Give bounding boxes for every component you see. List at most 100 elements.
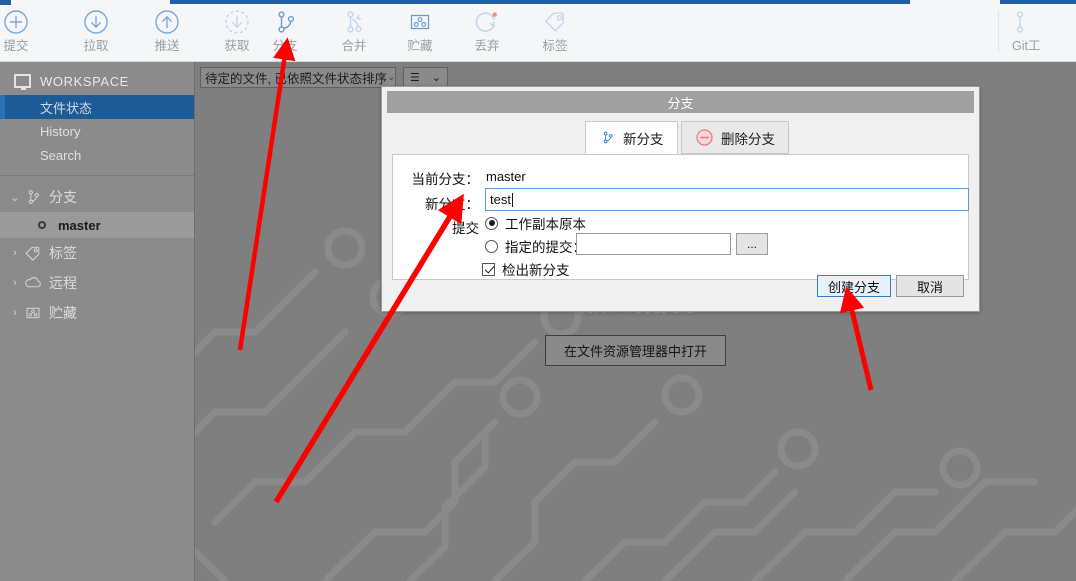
view-mode-button[interactable]: ☰ ⌄ xyxy=(403,67,448,88)
current-branch-label: 当前分支： xyxy=(411,172,480,187)
new-branch-input[interactable]: test xyxy=(485,188,969,211)
toolbar-label-stash: 贮藏 xyxy=(407,39,433,53)
radio-specified-commit[interactable] xyxy=(485,239,498,253)
dialog-tab-strip: 新分支 删除分支 xyxy=(382,121,979,154)
sidebar-divider xyxy=(0,175,194,176)
sidebar-group-branches[interactable]: ⌄ 分支 xyxy=(0,182,194,212)
file-filter-dropdown[interactable]: 待定的文件, 已依照文件状态排序 ⌄ xyxy=(200,67,396,88)
branch-icon xyxy=(599,128,616,147)
tab-delete-branch[interactable]: 删除分支 xyxy=(680,121,789,154)
sidebar-branch-master[interactable]: master xyxy=(0,212,194,238)
arrow-up-circle-icon xyxy=(135,6,199,38)
tab-new-branch[interactable]: 新分支 xyxy=(585,121,678,154)
specified-commit-input[interactable] xyxy=(576,233,731,255)
sidebar-item-label-history: History xyxy=(40,123,81,139)
open-in-explorer-button[interactable]: 在文件资源管理器中打开 xyxy=(544,335,726,366)
chevron-down-icon: ⌄ xyxy=(386,72,396,83)
branch-dot-icon xyxy=(38,221,46,229)
toolbar-label-pull: 拉取 xyxy=(83,39,109,53)
sidebar-branch-label-master: master xyxy=(58,217,101,233)
dialog-body: 当前分支： master 新分支： test 提交 工作副本原本 指定的提交： … xyxy=(392,154,969,280)
sidebar-group-label-remotes: 远程 xyxy=(49,275,77,291)
current-branch-value: master xyxy=(486,169,526,184)
branch-icon xyxy=(22,187,44,207)
plus-circle-icon xyxy=(0,6,48,38)
toolbar-label-commit: 提交 xyxy=(3,39,29,53)
toolbar-button-merge[interactable]: 合并 xyxy=(322,6,386,53)
dialog-title-bar: 分支 xyxy=(387,91,974,113)
commit-label: 提交 xyxy=(452,221,479,236)
sidebar-item-search[interactable]: Search xyxy=(0,143,194,167)
arrow-down-circle-icon xyxy=(64,6,128,38)
main-toolbar: 提交 拉取 推送 获取 分支 合并 贮藏 丢弃 标签 Git工 xyxy=(0,0,1076,62)
create-branch-button[interactable]: 创建分支 xyxy=(817,275,891,297)
sidebar-group-remotes[interactable]: › 远程 xyxy=(0,268,194,298)
toolbar-label-gitflow: Git工 xyxy=(1012,39,1041,53)
toolbar-accent-middle xyxy=(170,0,910,4)
toolbar-label-branch: 分支 xyxy=(272,39,298,53)
chevron-right-icon[interactable]: › xyxy=(8,307,22,319)
radio-working-copy-label: 工作副本原本 xyxy=(505,217,586,232)
tab-label-new-branch: 新分支 xyxy=(623,131,664,147)
stash-icon xyxy=(388,6,452,38)
toolbar-button-gitflow[interactable]: Git工 xyxy=(1012,6,1076,53)
branch-dialog: 分支 新分支 删除分支 当前分支： master 新分支： test 提交 工作… xyxy=(381,86,980,312)
chevron-right-icon[interactable]: › xyxy=(8,247,22,259)
toolbar-button-stash[interactable]: 贮藏 xyxy=(388,6,452,53)
toolbar-separator xyxy=(998,10,999,52)
chevron-down-icon[interactable]: ⌄ xyxy=(8,191,22,204)
monitor-icon xyxy=(14,74,31,90)
sidebar-group-tags[interactable]: › 标签 xyxy=(0,238,194,268)
text-caret xyxy=(511,192,513,207)
sidebar-group-label-stashes: 贮藏 xyxy=(49,305,77,321)
chevron-down-icon: ⌄ xyxy=(431,72,442,84)
tag-icon xyxy=(523,6,587,38)
checkout-new-branch-row[interactable]: 检出新分支 xyxy=(482,259,570,279)
cancel-button[interactable]: 取消 xyxy=(896,275,964,297)
toolbar-button-tag[interactable]: 标签 xyxy=(523,6,587,53)
sidebar-workspace-header: WORKSPACE xyxy=(0,67,194,95)
radio-working-copy[interactable] xyxy=(485,216,498,230)
toolbar-button-discard[interactable]: 丢弃 xyxy=(455,6,519,53)
toolbar-accent-right xyxy=(1000,0,1076,4)
stash-icon xyxy=(22,303,44,323)
radio-specified-commit-row[interactable]: 指定的提交： xyxy=(485,236,586,256)
browse-commit-button[interactable]: ... xyxy=(736,233,768,255)
sidebar-group-label-tags: 标签 xyxy=(49,245,77,261)
sidebar: WORKSPACE 文件状态 History Search ⌄ 分支 maste… xyxy=(0,62,195,581)
checkout-new-branch-checkbox[interactable] xyxy=(482,262,495,276)
radio-specified-commit-label: 指定的提交： xyxy=(505,240,586,255)
sidebar-item-label-file-status: 文件状态 xyxy=(40,100,93,116)
merge-icon xyxy=(322,6,386,38)
discard-refresh-icon xyxy=(455,6,519,38)
dialog-title-text: 分支 xyxy=(667,95,694,111)
minus-circle-icon xyxy=(695,128,714,147)
file-filter-value: 待定的文件, 已依照文件状态排序 xyxy=(205,72,387,86)
toolbar-label-merge: 合并 xyxy=(341,39,367,53)
tab-label-delete-branch: 删除分支 xyxy=(720,131,775,147)
toolbar-button-push[interactable]: 推送 xyxy=(135,6,199,53)
new-branch-input-value: test xyxy=(490,192,511,207)
toolbar-button-pull[interactable]: 拉取 xyxy=(64,6,128,53)
sidebar-workspace-label: WORKSPACE xyxy=(40,73,129,89)
app-window: 提交 拉取 推送 获取 分支 合并 贮藏 丢弃 标签 Git工 WORKSPAC… xyxy=(0,0,1076,581)
list-lines-icon: ☰ xyxy=(409,72,420,84)
tag-icon xyxy=(22,243,44,263)
toolbar-label-push: 推送 xyxy=(154,39,180,53)
toolbar-accent-left xyxy=(0,0,11,5)
toolbar-label-tag: 标签 xyxy=(542,39,568,53)
sidebar-item-history[interactable]: History xyxy=(0,119,194,143)
new-branch-label: 新分支： xyxy=(425,197,479,212)
cloud-icon xyxy=(22,273,44,293)
checkout-new-branch-label: 检出新分支 xyxy=(502,263,570,278)
sidebar-group-label-branches: 分支 xyxy=(49,189,77,205)
radio-working-copy-row[interactable]: 工作副本原本 xyxy=(485,213,586,233)
toolbar-label-discard: 丢弃 xyxy=(474,39,500,53)
toolbar-button-branch[interactable]: 分支 xyxy=(253,6,317,53)
sidebar-item-file-status[interactable]: 文件状态 xyxy=(0,95,194,119)
sidebar-item-label-search: Search xyxy=(40,147,82,163)
branch-icon xyxy=(253,6,317,38)
sidebar-group-stashes[interactable]: › 贮藏 xyxy=(0,298,194,328)
toolbar-button-commit[interactable]: 提交 xyxy=(0,6,48,53)
chevron-right-icon[interactable]: › xyxy=(8,277,22,289)
